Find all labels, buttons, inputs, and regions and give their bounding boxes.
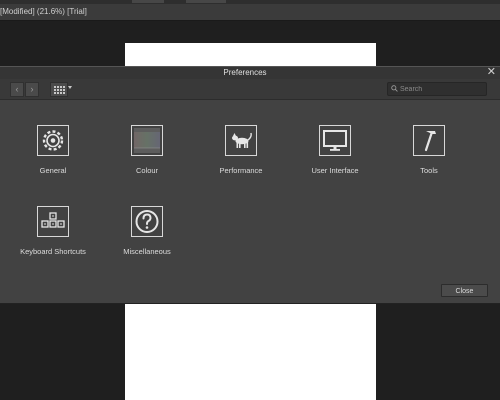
toolbar-tab-stub[interactable]: [132, 0, 164, 3]
hammer-icon: [413, 125, 445, 156]
grid-view-button[interactable]: [50, 82, 68, 97]
monitor-icon: [319, 125, 351, 156]
toolbar-tab-stub[interactable]: [186, 0, 226, 3]
dialog-title: Preferences: [223, 68, 267, 77]
document-canvas: [125, 43, 376, 67]
keyboard-icon: [37, 206, 69, 237]
category-label: General: [39, 166, 67, 175]
category-miscellaneous[interactable]: Miscellaneous: [100, 206, 194, 266]
category-keyboard-shortcuts[interactable]: Keyboard Shortcuts: [6, 206, 100, 266]
close-button[interactable]: Close: [441, 284, 488, 297]
search-input[interactable]: [400, 83, 482, 95]
nav-forward-button[interactable]: ›: [25, 82, 39, 97]
category-label: Miscellaneous: [123, 247, 171, 256]
category-general[interactable]: General: [6, 125, 100, 185]
grid-icon: [53, 85, 65, 94]
category-performance[interactable]: Performance: [194, 125, 288, 185]
category-label: Colour: [135, 166, 159, 175]
category-label: Tools: [420, 166, 438, 175]
category-label: Keyboard Shortcuts: [20, 247, 86, 256]
search-icon: [391, 85, 398, 92]
dialog-toolbar: ‹ ›: [0, 79, 500, 100]
question-icon: [131, 206, 163, 237]
gear-icon: [37, 125, 69, 156]
document-canvas: [125, 303, 376, 400]
document-title[interactable]: [Modified] (21.6%) [Trial]: [0, 7, 87, 16]
category-user-interface[interactable]: User Interface: [288, 125, 382, 185]
close-icon[interactable]: ✕: [487, 65, 496, 78]
preferences-dialog: Preferences ✕ ‹ › Search General Colour …: [0, 66, 500, 304]
nav-back-button[interactable]: ‹: [10, 82, 24, 97]
category-tools[interactable]: Tools: [382, 125, 476, 185]
category-label: User Interface: [311, 166, 359, 175]
colour-swatch-icon: [131, 125, 163, 156]
chevron-down-icon[interactable]: [68, 86, 72, 89]
cat-icon: [225, 125, 257, 156]
document-tab-bar: [Modified] (21.6%) [Trial]: [0, 4, 500, 21]
category-colour[interactable]: Colour: [100, 125, 194, 185]
category-label: Performance: [219, 166, 263, 175]
dialog-title-bar: Preferences ✕: [0, 65, 500, 79]
search-box: [387, 82, 487, 96]
